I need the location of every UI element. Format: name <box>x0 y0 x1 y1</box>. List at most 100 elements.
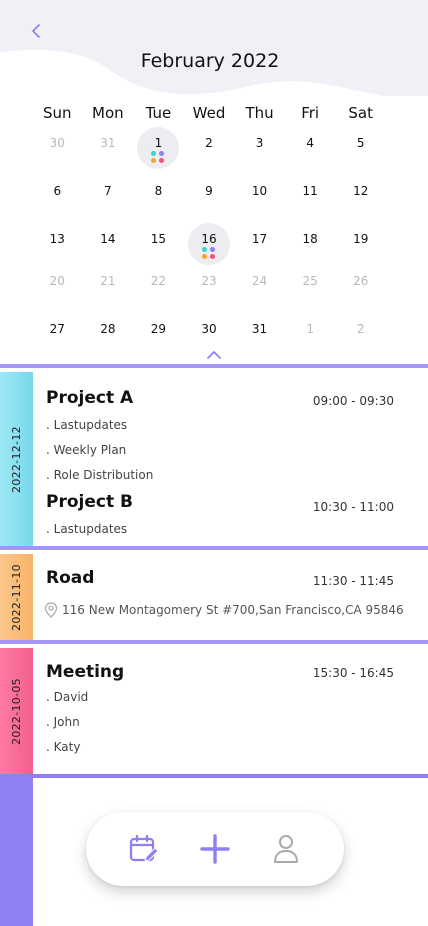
month-title: February 2022 <box>140 50 280 72</box>
weekday-label: Tue <box>145 104 172 122</box>
event-card[interactable]: 2022-12-12 Project A 09:00 - 09:30 . Las… <box>0 364 428 550</box>
day-number: 10 <box>251 184 268 198</box>
calendar-day[interactable]: 22 <box>133 266 184 312</box>
event-item: . Weekly Plan <box>46 443 127 457</box>
event-card[interactable]: 2022-10-05 Meeting 15:30 - 16:45 . David… <box>0 640 428 778</box>
calendar-day[interactable]: 3 <box>234 128 285 174</box>
event-date: 2022-10-05 <box>10 677 23 745</box>
day-number: 11 <box>302 184 318 198</box>
calendar-day[interactable]: 4 <box>285 128 336 174</box>
day-number: 12 <box>353 184 369 198</box>
calendar-day[interactable]: 20 <box>32 266 83 312</box>
calendar-day[interactable]: 8 <box>133 176 184 222</box>
calendar-day[interactable]: 15 <box>133 224 184 270</box>
day-number: 17 <box>251 232 268 246</box>
weekday-label: Wed <box>192 104 226 122</box>
calendar-day[interactable]: 5 <box>335 128 386 174</box>
day-number: 26 <box>353 274 369 288</box>
calendar-day[interactable]: 13 <box>32 224 83 270</box>
day-number: 7 <box>104 184 112 198</box>
event-title: Meeting <box>46 662 125 682</box>
calendar-day[interactable]: 7 <box>83 176 134 222</box>
calendar-day[interactable]: 25 <box>285 266 336 312</box>
weekday-row: Sun Mon Tue Wed Thu Fri Sat <box>32 104 386 122</box>
event-date: 2022-12-12 <box>10 425 23 493</box>
day-number: 13 <box>49 232 65 246</box>
event-dot <box>209 247 215 252</box>
back-button[interactable] <box>26 20 46 42</box>
calendar-day[interactable]: 30 <box>32 128 83 174</box>
day-number: 31 <box>251 322 268 336</box>
calendar-day[interactable]: 17 <box>234 224 285 270</box>
profile-button[interactable] <box>266 829 306 869</box>
event-title: Project A <box>46 388 134 408</box>
plus-icon <box>200 834 230 864</box>
event-dot <box>201 247 207 252</box>
weekday-label: Sat <box>348 104 374 122</box>
event-time: 11:30 - 11:45 <box>312 574 394 588</box>
day-number: 3 <box>255 136 264 150</box>
calendar-edit-icon <box>129 834 159 862</box>
calendar-day[interactable]: 12 <box>335 176 386 222</box>
calendar-day[interactable]: 23 <box>184 266 235 312</box>
calendar-grid: Sun Mon Tue Wed Thu Fri Sat 30 31 1 2 3 4 5 6 7 8 9 10 11 1… <box>0 96 428 364</box>
calendar-day[interactable]: 2 <box>335 314 386 360</box>
event-time: 09:00 - 09:30 <box>312 394 394 408</box>
calendar-day[interactable]: 14 <box>83 224 134 270</box>
day-number: 27 <box>49 322 65 336</box>
calendar-day[interactable]: 26 <box>335 266 386 312</box>
add-event-button[interactable] <box>195 829 235 869</box>
day-number: 24 <box>251 274 268 288</box>
calendar-day[interactable]: 21 <box>83 266 134 312</box>
day-number: 21 <box>100 274 116 288</box>
collapse-calendar-button[interactable] <box>206 346 222 359</box>
calendar-day[interactable]: 31 <box>83 128 134 174</box>
day-number: 28 <box>100 322 116 336</box>
chevron-left-icon <box>31 24 40 38</box>
calendar-day[interactable]: 31 <box>234 314 285 360</box>
chevron-up-icon <box>207 350 221 359</box>
event-item: . Lastupdates <box>46 418 128 432</box>
day-number: 23 <box>201 274 217 288</box>
calendar-day[interactable]: 19 <box>335 224 386 270</box>
event-title: Project B <box>46 492 133 512</box>
calendar-day[interactable]: 1 <box>285 314 336 360</box>
calendar-day[interactable]: 18 <box>285 224 336 270</box>
event-time: 15:30 - 16:45 <box>312 666 394 680</box>
week-row: 30 31 1 2 3 4 5 <box>32 127 386 174</box>
calendar-day[interactable]: 1 <box>133 127 184 174</box>
event-date: 2022-11-10 <box>10 563 23 631</box>
weekday-label: Fri <box>301 104 320 122</box>
calendar-day[interactable]: 29 <box>133 314 184 360</box>
calendar-day[interactable]: 9 <box>184 176 235 222</box>
event-item: . John <box>46 715 80 729</box>
calendar-day[interactable]: 27 <box>32 314 83 360</box>
event-card[interactable]: 2022-11-10 Road 11:30 - 11:45 116 New Mo… <box>0 546 428 644</box>
calendar-day[interactable]: 10 <box>234 176 285 222</box>
calendar-day[interactable]: 2 <box>184 128 235 174</box>
event-dot <box>201 254 207 259</box>
calendar-day[interactable]: 24 <box>234 266 285 312</box>
event-time: 10:30 - 11:00 <box>312 500 394 514</box>
bottom-nav-bar <box>86 812 344 886</box>
calendar-day[interactable]: 28 <box>83 314 134 360</box>
event-item: . Lastupdates <box>46 522 128 536</box>
day-number: 18 <box>302 232 318 246</box>
calendar-day[interactable]: 6 <box>32 176 83 222</box>
weekday-label: Sun <box>43 104 72 122</box>
event-dot <box>159 158 165 163</box>
day-number: 19 <box>353 232 369 246</box>
event-dots <box>151 151 165 163</box>
day-number: 1 <box>306 322 314 336</box>
calendar-edit-button[interactable] <box>124 829 164 869</box>
event-item: . David <box>46 690 89 704</box>
calendar-day[interactable]: 11 <box>285 176 336 222</box>
day-number: 9 <box>205 184 213 198</box>
event-dot <box>209 254 215 259</box>
calendar-day[interactable]: 16 <box>184 223 235 270</box>
event-title: Road <box>46 568 95 588</box>
day-number: 20 <box>49 274 65 288</box>
week-row: 6 7 8 9 10 11 12 <box>32 176 386 222</box>
day-number: 8 <box>154 184 163 198</box>
day-number: 29 <box>150 322 167 336</box>
